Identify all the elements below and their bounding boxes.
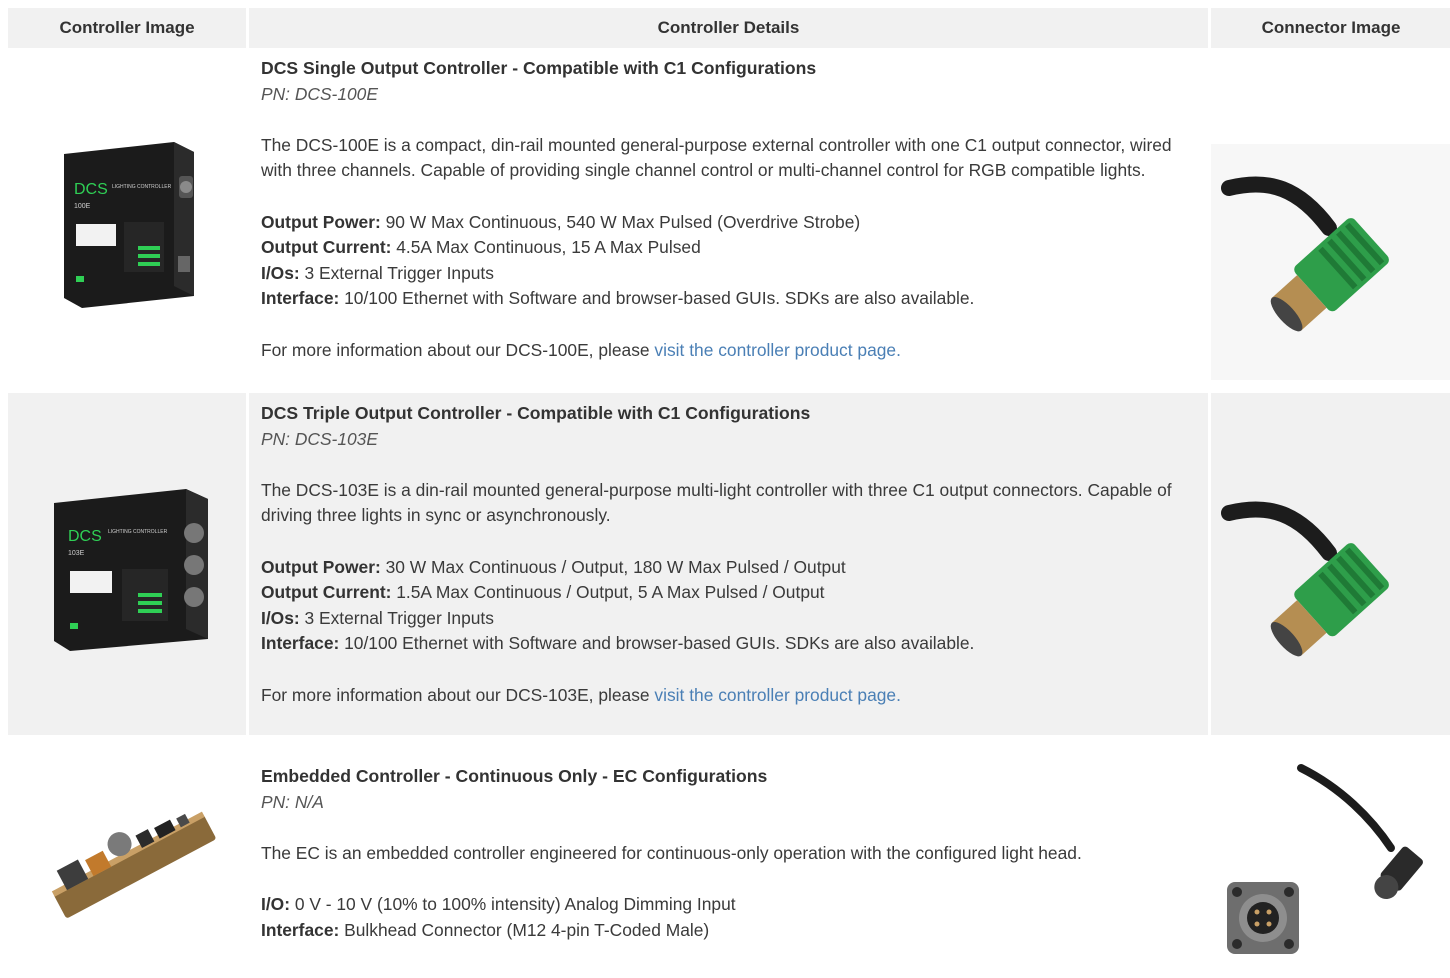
row1-description: The DCS-100E is a compact, din-rail moun… [261,134,1172,181]
row1-spec-current: Output Current: 4.5A Max Continuous, 15 … [261,235,1196,261]
row2-spec-interface: Interface: 10/100 Ethernet with Software… [261,631,1196,657]
row1-controller-image-cell: DCS 100E LIGHTING CONTROLLER [8,48,246,390]
spec-label: Output Power: [261,556,381,577]
spec-value: 0 V - 10 V (10% to 100% intensity) Analo… [289,893,736,914]
header-controller-details: Controller Details [249,8,1208,48]
row3-spec-io: I/O: 0 V - 10 V (10% to 100% intensity) … [261,892,1196,918]
spec-value: 10/100 Ethernet with Software and browse… [339,633,975,654]
row2-more-info: For more information about our DCS-103E,… [261,683,1196,709]
row2-part-number: PN: DCS-103E [261,428,378,449]
spec-value: 3 External Trigger Inputs [299,607,494,628]
row3-spec-interface: Interface: Bulkhead Connector (M12 4-pin… [261,918,1196,944]
row2-connector-image-cell [1211,393,1450,735]
row2-title: DCS Triple Output Controller - Compatibl… [261,403,811,423]
header-controller-image: Controller Image [8,8,246,48]
controller-device-image: DCS 100E LIGHTING CONTROLLER [64,142,194,308]
controller-device-image: DCS 103E LIGHTING CONTROLLER [54,489,208,651]
device-product-text: LIGHTING CONTROLLER [112,184,172,190]
row1-details-cell: DCS Single Output Controller - Compatibl… [249,48,1208,390]
m12-connector-image [1221,501,1389,657]
device-model-text: 100E [74,203,91,210]
row3-controller-image-cell [8,738,246,978]
spec-label: Output Current: [261,582,392,603]
row2-details-cell: DCS Triple Output Controller - Compatibl… [249,393,1208,735]
row3-connector-image-cell [1211,738,1450,978]
row1-spec-interface: Interface: 10/100 Ethernet with Software… [261,286,1196,312]
spec-label: Interface: [261,288,340,309]
more-info-text: For more information about our DCS-103E,… [261,684,655,705]
header-connector-image: Connector Image [1211,8,1450,48]
controller-table: Controller Image Controller Details Conn… [8,8,1450,978]
row1-title: DCS Single Output Controller - Compatibl… [261,58,817,78]
spec-value: 1.5A Max Continuous / Output, 5 A Max Pu… [391,582,825,603]
spec-value: 4.5A Max Continuous, 15 A Max Pulsed [391,237,701,258]
spec-label: Output Power: [261,211,381,232]
spec-label: I/Os: [261,262,300,283]
embedded-pcb-image [51,811,216,918]
device-model-text: 103E [68,550,85,557]
row1-more-info: For more information about our DCS-100E,… [261,338,1196,364]
row3-description: The EC is an embedded controller enginee… [261,842,1082,863]
spec-label: Interface: [261,919,340,940]
row2-spec-power: Output Power: 30 W Max Continuous / Outp… [261,555,1196,581]
device-product-text: LIGHTING CONTROLLER [108,529,168,535]
device-brand-text: DCS [68,528,102,545]
spec-value: 10/100 Ethernet with Software and browse… [339,288,975,309]
female-connector-image [1227,764,1423,954]
row1-product-page-link[interactable]: visit the controller product page. [654,340,901,360]
spec-label: I/Os: [261,607,300,628]
row3-details-cell: Embedded Controller - Continuous Only - … [249,738,1208,978]
row2-spec-current: Output Current: 1.5A Max Continuous / Ou… [261,580,1196,606]
spec-label: Interface: [261,633,340,654]
row2-description: The DCS-103E is a din-rail mounted gener… [261,479,1172,526]
row2-product-page-link[interactable]: visit the controller product page. [654,685,901,705]
row2-controller-image-cell: DCS 103E LIGHTING CONTROLLER [8,393,246,735]
row1-connector-image-cell [1211,48,1450,390]
spec-label: Output Current: [261,237,392,258]
spec-value: 30 W Max Continuous / Output, 180 W Max … [380,556,846,577]
m12-connector-image [1221,176,1389,332]
row2-spec-io: I/Os: 3 External Trigger Inputs [261,606,1196,632]
spec-value: 3 External Trigger Inputs [299,262,494,283]
spec-value: 90 W Max Continuous, 540 W Max Pulsed (O… [380,211,861,232]
row3-part-number: PN: N/A [261,791,324,812]
spec-value: Bulkhead Connector (M12 4-pin T-Coded Ma… [339,919,710,940]
row1-spec-power: Output Power: 90 W Max Continuous, 540 W… [261,210,1196,236]
device-brand-text: DCS [74,181,108,198]
spec-label: I/O: [261,893,290,914]
row1-part-number: PN: DCS-100E [261,83,378,104]
more-info-text: For more information about our DCS-100E,… [261,339,655,360]
row3-title: Embedded Controller - Continuous Only - … [261,766,768,786]
row1-spec-io: I/Os: 3 External Trigger Inputs [261,261,1196,287]
